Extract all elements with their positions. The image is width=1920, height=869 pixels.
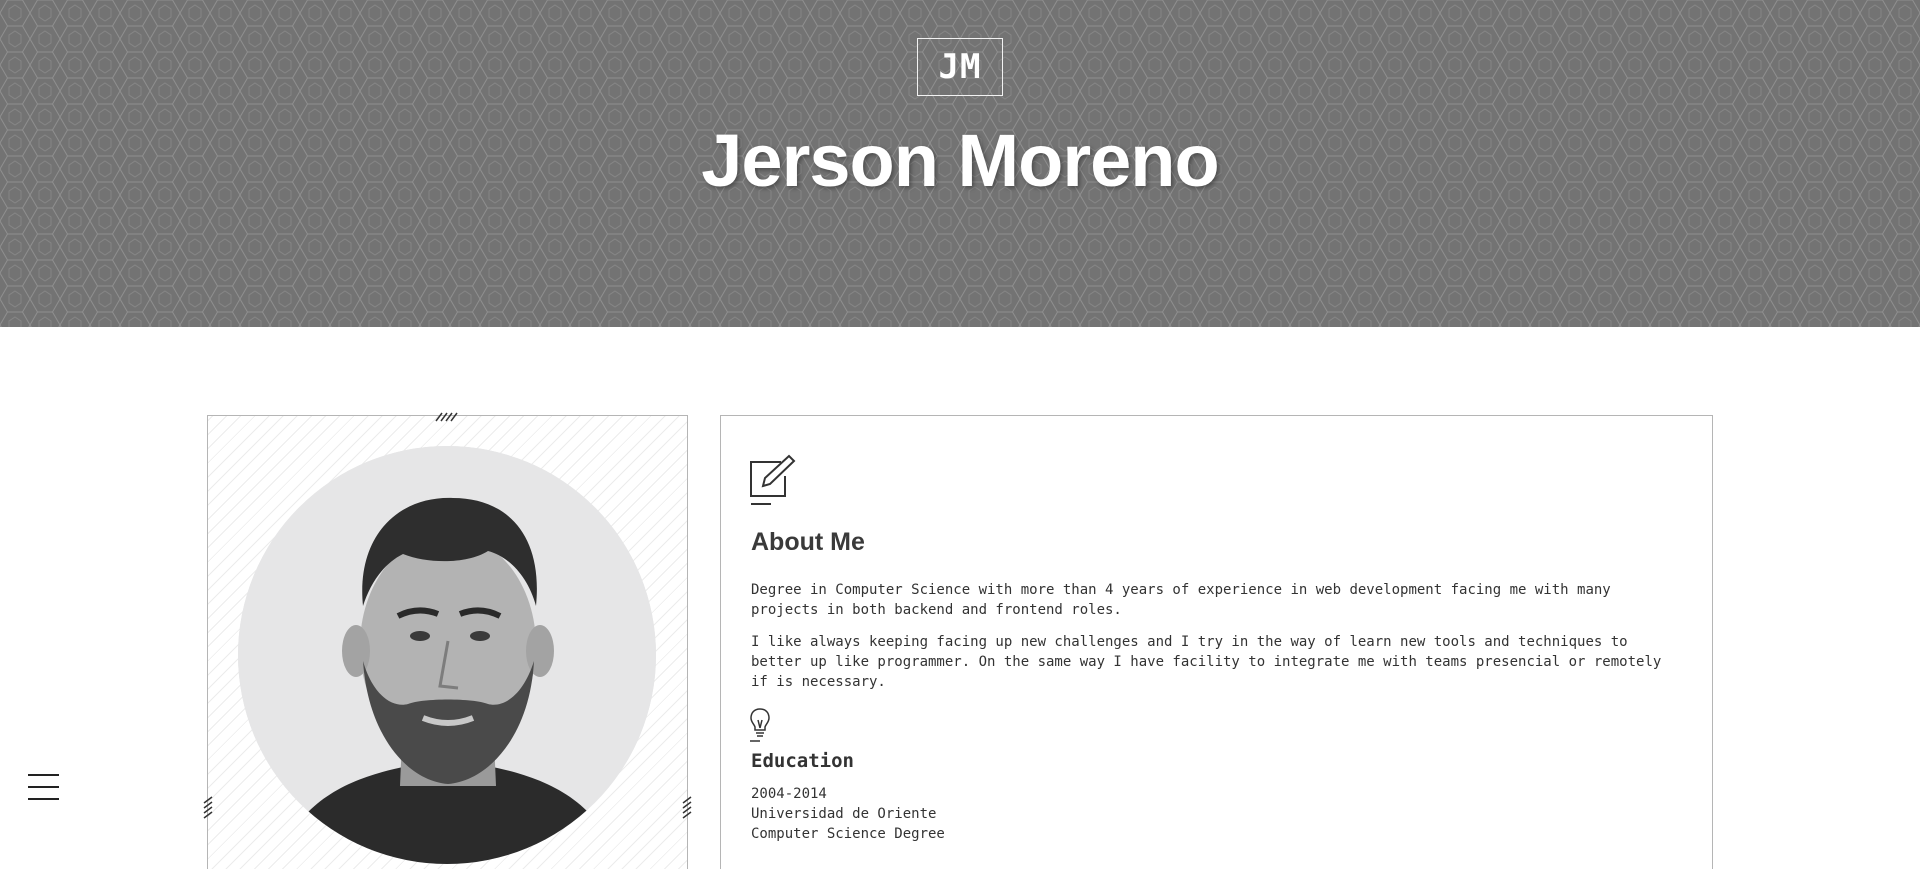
hatch-mark-left — [203, 796, 213, 819]
profile-photo-card — [203, 412, 692, 869]
hatch-mark-top — [435, 412, 458, 422]
menu-bar-middle — [28, 786, 59, 788]
page-title: Jerson Moreno — [701, 119, 1219, 202]
portrait-photo — [238, 446, 656, 864]
education-degree: Computer Science Degree — [751, 826, 945, 842]
education-years: 2004-2014 — [751, 786, 827, 802]
hamburger-menu-icon[interactable] — [28, 772, 60, 802]
hatch-mark-right — [682, 796, 692, 819]
avatar — [238, 446, 656, 864]
menu-bar-top — [28, 774, 59, 776]
edit-icon — [750, 454, 796, 505]
logo-initials[interactable]: JM — [917, 38, 1003, 96]
menu-bar-bottom — [28, 798, 59, 800]
about-title: About Me — [751, 528, 865, 556]
about-card: About Me Degree in Computer Science with… — [720, 415, 1713, 869]
about-paragraph-1: Degree in Computer Science with more tha… — [751, 582, 1611, 618]
lightbulb-icon — [750, 708, 770, 742]
education-school: Universidad de Oriente — [751, 806, 937, 822]
education-title: Education — [751, 750, 854, 772]
hero-header: JM Jerson Moreno — [0, 0, 1920, 327]
about-paragraph-2: I like always keeping facing up new chal… — [751, 634, 1662, 690]
